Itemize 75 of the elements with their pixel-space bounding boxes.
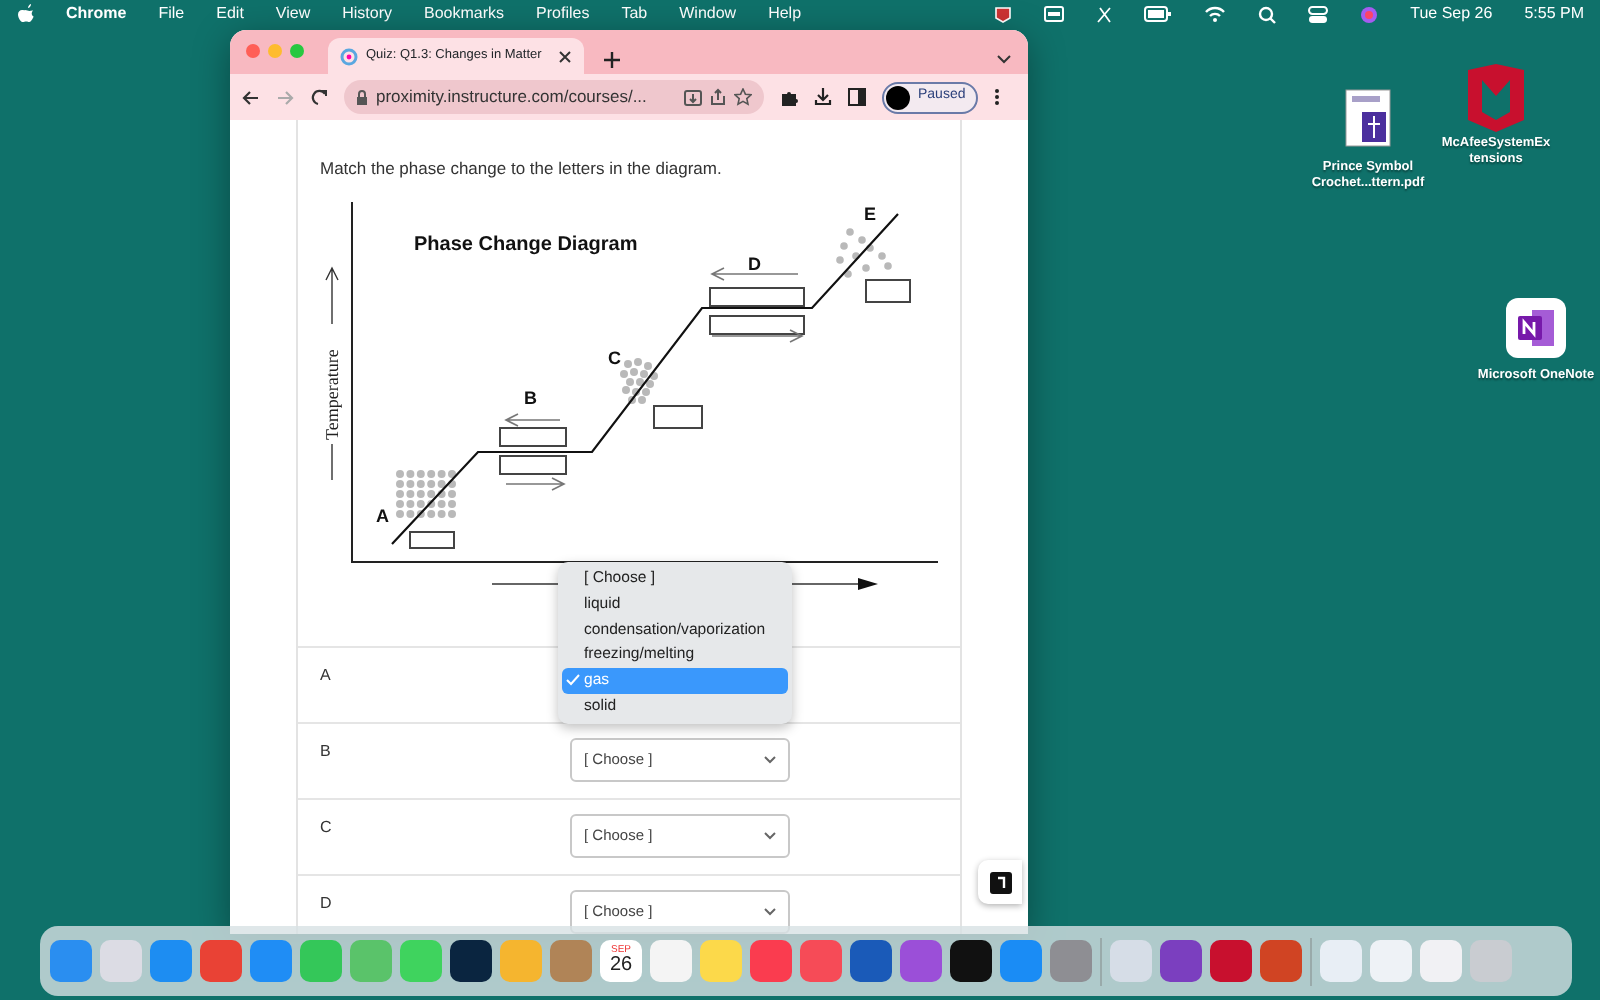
diagram-title: Phase Change Diagram	[414, 233, 638, 256]
display-status-icon[interactable]	[1044, 6, 1065, 22]
reload-icon[interactable]	[310, 88, 328, 106]
point-label: D	[748, 253, 761, 274]
chevron-down-icon	[764, 831, 776, 840]
point-label: E	[864, 203, 877, 224]
point-label: A	[376, 505, 389, 526]
install-icon[interactable]	[684, 89, 702, 105]
download-icon[interactable]	[814, 88, 832, 106]
chevron-down-icon	[764, 907, 776, 916]
forward-icon[interactable]	[276, 89, 294, 105]
siri-icon[interactable]	[1360, 5, 1379, 23]
close-icon[interactable]	[558, 49, 572, 63]
answer-box	[499, 426, 567, 447]
side-panel-icon[interactable]	[848, 88, 866, 106]
slash-status-icon[interactable]	[1096, 5, 1113, 23]
left-arrow	[710, 266, 799, 281]
chevron-down-icon[interactable]	[996, 54, 1012, 66]
site-favicon-icon	[340, 47, 358, 65]
answer-box	[653, 404, 703, 429]
wifi-icon[interactable]	[1204, 6, 1227, 22]
menu-item[interactable]: Bookmarks	[424, 2, 505, 26]
new-tab-icon[interactable]	[604, 52, 620, 68]
app-icon[interactable]	[950, 940, 992, 982]
right-arrow	[505, 476, 566, 491]
chevron-down-icon	[764, 755, 776, 764]
avatar-icon	[886, 85, 910, 109]
row-label: B	[318, 739, 333, 764]
left-arrow	[504, 412, 561, 427]
share-icon[interactable]	[710, 88, 726, 106]
menu-item[interactable]: View	[275, 2, 311, 26]
battery-icon[interactable]	[1144, 6, 1173, 22]
point-label: B	[524, 387, 537, 408]
menu-item[interactable]: Profiles	[536, 2, 590, 26]
answer-box	[499, 454, 567, 475]
menu-item[interactable]: Tab	[621, 2, 648, 26]
row-label: A	[318, 663, 333, 688]
address-bar[interactable]: proximity.instructure.com/courses/...	[344, 80, 764, 114]
notebook-app-icon[interactable]	[1504, 296, 1568, 364]
shield-status-icon[interactable]	[994, 5, 1013, 23]
check-icon	[566, 674, 580, 687]
answer-box	[409, 530, 455, 549]
app-icon[interactable]	[450, 940, 492, 982]
particles-drawing	[620, 357, 658, 404]
row-label: C	[318, 815, 334, 840]
search-icon[interactable]	[1258, 5, 1277, 23]
row-label: D	[318, 891, 334, 916]
url-text: proximity.instructure.com/courses/...	[376, 84, 649, 110]
menu-item[interactable]: History	[342, 2, 393, 26]
menubar-date[interactable]: Tue Sep 26	[1410, 2, 1493, 26]
control-center-icon[interactable]	[1308, 5, 1329, 23]
menu-item[interactable]: Help	[768, 2, 802, 26]
puzzle-piece-icon[interactable]	[780, 88, 798, 106]
particles-drawing	[396, 469, 456, 518]
menu-item[interactable]: Window	[679, 2, 737, 26]
axis-label: Temperature	[322, 348, 342, 440]
menubar-time[interactable]: 5:55 PM	[1524, 2, 1584, 26]
answer-box	[865, 278, 911, 303]
menu-item[interactable]: File	[158, 2, 185, 26]
point-label: C	[608, 347, 621, 368]
answer-box	[709, 314, 805, 335]
close-window-button[interactable]	[246, 44, 260, 58]
menu-item[interactable]: Edit	[216, 2, 244, 26]
question-text: Match the phase change to the letters in the diagram.	[318, 156, 724, 182]
particles-drawing	[836, 227, 892, 278]
star-icon[interactable]	[734, 88, 752, 106]
calendar-day: 26	[600, 956, 642, 976]
app-menu[interactable]: Chrome	[66, 2, 127, 26]
right-arrow	[711, 328, 804, 343]
answer-box	[709, 286, 805, 307]
more-menu-icon[interactable]	[993, 88, 1000, 106]
floating-widget-icon[interactable]	[989, 871, 1011, 893]
back-icon[interactable]	[242, 89, 260, 105]
apple-logo-icon[interactable]	[16, 4, 34, 24]
lock-icon	[356, 89, 368, 105]
